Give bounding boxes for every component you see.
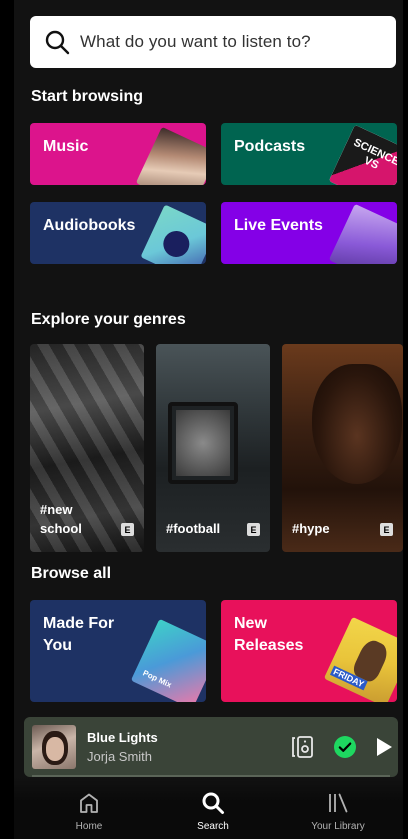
audiobook-cover-art [140,204,206,264]
now-playing-artist: Jorja Smith [87,749,153,764]
connect-device-icon[interactable] [291,735,315,759]
genre-cover-art [168,402,238,484]
play-icon[interactable] [374,736,394,758]
nav-label: Search [197,821,229,832]
now-playing-bar[interactable]: Blue Lights Jorja Smith [24,717,398,777]
browse-new-releases[interactable]: New Releases FRIDAY [221,600,397,702]
category-label: Music [43,138,89,155]
category-label: Audiobooks [43,217,136,234]
new-releases-cover-art: FRIDAY [323,616,397,702]
browse-all-heading: Browse all [31,565,112,582]
liked-check-icon[interactable] [333,735,357,759]
nav-your-library[interactable]: Your Library [288,791,388,832]
category-label: Podcasts [234,138,306,155]
explicit-badge: E [247,523,260,536]
nav-label: Home [75,821,103,832]
explore-genres-heading: Explore your genres [31,311,186,328]
explicit-badge: E [380,523,393,536]
explicit-badge: E [121,523,134,536]
search-input[interactable]: What do you want to listen to? [30,16,396,68]
music-cover-art [135,126,206,185]
nav-label: Your Library [311,821,365,832]
nav-search[interactable]: Search [163,791,263,832]
genre-card-hype[interactable]: #hype E [282,344,403,552]
search-icon [202,792,224,814]
live-events-cover-art [328,203,397,264]
start-browsing-heading: Start browsing [31,88,144,105]
podcast-cover-art: SCIENCE VS [328,124,397,185]
now-playing-title: Blue Lights [87,730,158,745]
library-icon [329,793,348,813]
now-playing-cover-art [32,725,76,769]
bottom-nav: Home Search Your Library [14,777,403,839]
made-for-you-cover-art: Pop Mix [130,618,206,702]
category-music[interactable]: Music [30,123,206,185]
genre-tag: #hype [292,521,330,536]
category-label: New Releases [234,615,304,654]
genre-tag: #new school [40,502,82,536]
category-podcasts[interactable]: Podcasts SCIENCE VS [221,123,397,185]
home-icon [80,793,98,813]
nav-home[interactable]: Home [39,791,139,832]
genre-card-new-school[interactable]: #new school E [30,344,144,552]
search-icon [45,30,70,55]
genre-tag: #football [166,521,221,536]
category-label: Live Events [234,217,323,234]
search-screen: What do you want to listen to? Start bro… [14,0,403,839]
cover-art-text: Pop Mix [141,668,174,690]
category-audiobooks[interactable]: Audiobooks [30,202,206,264]
category-label: Made For You [43,615,115,654]
search-placeholder: What do you want to listen to? [80,32,311,51]
genre-card-football[interactable]: #football E [156,344,270,552]
genre-cover-art [312,364,402,484]
browse-made-for-you[interactable]: Made For You Pop Mix [30,600,206,702]
category-live-events[interactable]: Live Events [221,202,397,264]
